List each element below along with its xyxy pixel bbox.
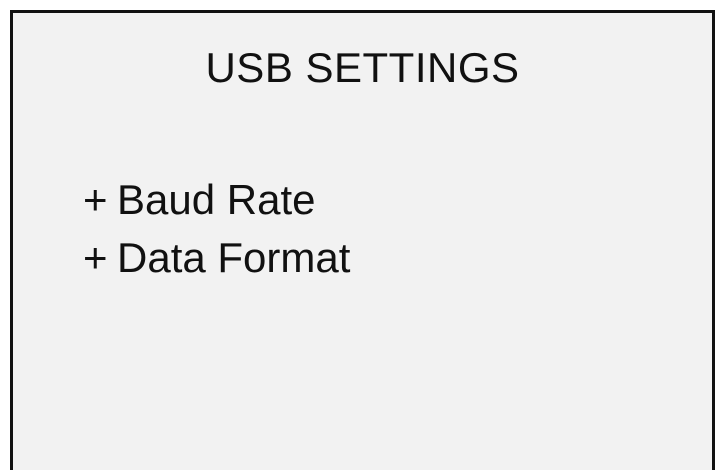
page-title: USB SETTINGS	[205, 44, 520, 91]
menu-item-label: Data Format	[117, 234, 351, 281]
expand-plus-icon: +	[83, 234, 108, 281]
usb-settings-screen: USB SETTINGS + Baud Rate + Data Format	[10, 10, 715, 470]
menu-item-baud-rate[interactable]: + Baud Rate	[83, 171, 350, 229]
menu-item-label: Baud Rate	[117, 176, 316, 223]
expand-plus-icon: +	[83, 176, 108, 223]
settings-menu: + Baud Rate + Data Format	[83, 171, 350, 287]
menu-item-data-format[interactable]: + Data Format	[83, 229, 350, 287]
